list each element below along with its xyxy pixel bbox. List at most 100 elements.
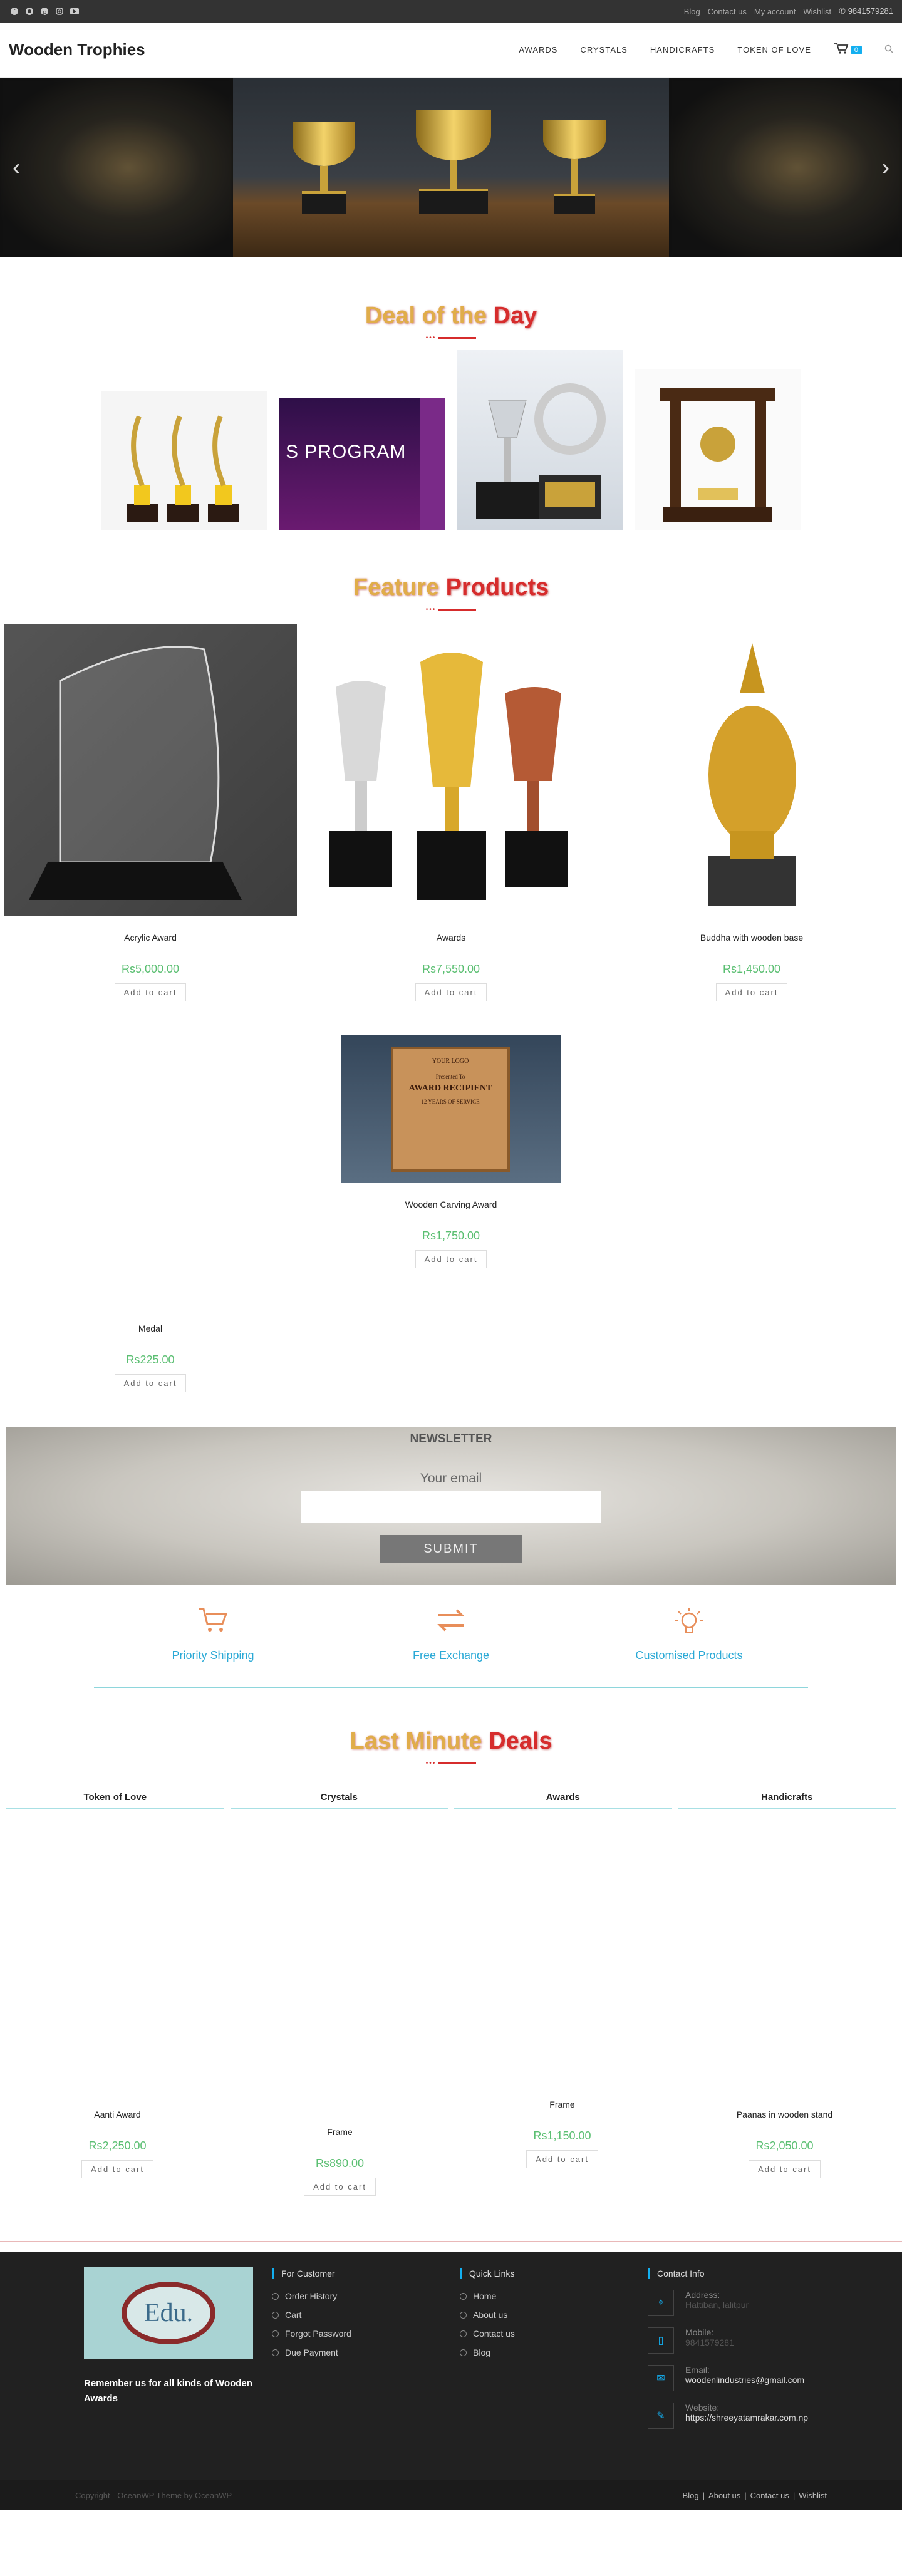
services-divider xyxy=(94,1687,808,1688)
product-card: Buddha with wooden base Rs1,450.00 Add t… xyxy=(605,624,898,1001)
plaque-logo-text: YOUR LOGO xyxy=(432,1058,469,1065)
title-divider: ••• xyxy=(0,1760,902,1767)
feature-title-part-b: Products xyxy=(445,574,549,601)
bottom-link-about[interactable]: About us xyxy=(708,2491,740,2500)
product-name[interactable]: Wooden Carving Award xyxy=(0,1199,902,1209)
newsletter-submit-button[interactable]: SUBMIT xyxy=(380,1535,522,1563)
top-link-contact[interactable]: Contact us xyxy=(708,7,747,16)
product-name[interactable]: Medal xyxy=(4,1323,297,1333)
product-image[interactable]: YOUR LOGO Presented To AWARD RECIPIENT 1… xyxy=(341,1035,561,1183)
instagram-icon[interactable] xyxy=(54,6,65,17)
cart-icon xyxy=(94,1606,332,1640)
add-to-cart-button[interactable]: Add to cart xyxy=(114,1374,187,1392)
product-name[interactable]: Frame xyxy=(229,2127,451,2137)
product-image[interactable] xyxy=(4,624,297,916)
product-image[interactable] xyxy=(605,624,898,916)
footer-quick-links-column: Quick Links Home About us Contact us Blo… xyxy=(460,2268,515,2366)
youtube-icon[interactable] xyxy=(69,6,80,17)
footer-link[interactable]: Forgot Password xyxy=(272,2329,351,2339)
category-tabs: Token of Love Crystals Awards Handicraft… xyxy=(0,1792,902,1809)
product-price: Rs2,050.00 xyxy=(755,2139,814,2152)
service-item: Priority Shipping xyxy=(94,1606,332,1662)
title-divider: ••• xyxy=(0,334,902,341)
hero-slide-image xyxy=(233,78,669,257)
product-image[interactable] xyxy=(304,624,598,916)
footer-link[interactable]: Contact us xyxy=(460,2329,515,2339)
plaque-presented-text: Presented To xyxy=(435,1073,465,1080)
newsletter-title: NEWSLETTER xyxy=(410,1432,492,1446)
footer-link[interactable]: Order History xyxy=(272,2291,351,2301)
deal-item-image[interactable] xyxy=(101,391,267,530)
slider-prev-arrow[interactable]: ‹ xyxy=(13,154,21,181)
deal-section: Deal of the Day ••• S PROGRAM xyxy=(0,303,902,530)
nav-token-of-love[interactable]: TOKEN OF LOVE xyxy=(737,45,811,54)
main-nav: AWARDS CRYSTALS HANDICRAFTS TOKEN OF LOV… xyxy=(519,42,893,58)
phone-number: ✆ 9841579281 xyxy=(839,6,893,16)
newsletter-section: NEWSLETTER Your email SUBMIT xyxy=(6,1427,896,1585)
pinterest-icon[interactable]: p xyxy=(39,6,50,17)
contact-website-link[interactable]: https://shreeyatamrakar.com.np xyxy=(685,2413,817,2423)
nav-crystals[interactable]: CRYSTALS xyxy=(580,45,627,54)
add-to-cart-button[interactable]: Add to cart xyxy=(415,983,487,1001)
product-name[interactable]: Buddha with wooden base xyxy=(605,933,898,943)
site-logo[interactable]: Wooden Trophies xyxy=(9,40,145,59)
footer-link[interactable]: Due Payment xyxy=(272,2347,351,2357)
nav-handicrafts[interactable]: HANDICRAFTS xyxy=(650,45,715,54)
feature-title: Feature Products xyxy=(0,574,902,601)
phone-text: 9841579281 xyxy=(848,6,893,16)
footer-link[interactable]: Blog xyxy=(460,2347,515,2357)
hero-slider: ‹ › xyxy=(0,78,902,257)
slider-next-arrow[interactable]: › xyxy=(881,154,889,181)
newsletter-email-input[interactable] xyxy=(301,1491,601,1523)
footer-logo[interactable]: Edu. xyxy=(84,2267,253,2359)
service-label: Customised Products xyxy=(635,1649,743,1662)
svg-text:p: p xyxy=(43,9,47,15)
tab-crystals[interactable]: Crystals xyxy=(230,1792,448,1809)
footer-link[interactable]: About us xyxy=(460,2310,515,2320)
contact-item: ⌖ Address: Hattiban, lalitpur xyxy=(648,2290,823,2316)
add-to-cart-button[interactable]: Add to cart xyxy=(415,1250,487,1268)
footer-quick-title: Quick Links xyxy=(460,2268,515,2279)
nav-awards[interactable]: AWARDS xyxy=(519,45,557,54)
last-minute-section: Last Minute Deals ••• Token of Love Crys… xyxy=(0,1728,902,2241)
product-name[interactable]: Awards xyxy=(304,933,598,943)
last-title-part-b: Deals xyxy=(489,1728,552,1754)
bottom-link-blog[interactable]: Blog xyxy=(683,2491,699,2500)
tab-awards[interactable]: Awards xyxy=(454,1792,672,1809)
product-name[interactable]: Aanti Award xyxy=(6,2109,229,2119)
add-to-cart-button[interactable]: Add to cart xyxy=(114,983,187,1001)
deal-item-image[interactable]: S PROGRAM xyxy=(279,398,445,530)
bottom-link-wishlist[interactable]: Wishlist xyxy=(799,2491,827,2500)
add-to-cart-button[interactable]: Add to cart xyxy=(749,2160,821,2178)
last-minute-title: Last Minute Deals xyxy=(0,1728,902,1755)
add-to-cart-button[interactable]: Add to cart xyxy=(715,983,788,1001)
footer-contact-column: Contact Info ⌖ Address: Hattiban, lalitpu… xyxy=(648,2268,823,2429)
add-to-cart-button[interactable]: Add to cart xyxy=(526,2150,598,2168)
github-icon[interactable] xyxy=(24,6,35,17)
product-price: Rs225.00 xyxy=(126,1353,175,1366)
search-icon[interactable] xyxy=(884,44,893,55)
product-name[interactable]: Acrylic Award xyxy=(4,933,297,943)
facebook-icon[interactable]: f xyxy=(9,6,20,17)
tab-handicrafts[interactable]: Handicrafts xyxy=(678,1792,896,1809)
top-link-wishlist[interactable]: Wishlist xyxy=(803,7,831,16)
footer-link[interactable]: Home xyxy=(460,2291,515,2301)
top-link-account[interactable]: My account xyxy=(754,7,796,16)
deal-item-image[interactable] xyxy=(635,369,801,530)
add-to-cart-button[interactable]: Add to cart xyxy=(81,2160,153,2178)
product-card: Acrylic Award Rs5,000.00 Add to cart xyxy=(4,624,297,1001)
hero-trophy xyxy=(293,122,355,214)
tab-token-of-love[interactable]: Token of Love xyxy=(6,1792,224,1809)
bottom-link-contact[interactable]: Contact us xyxy=(750,2491,789,2500)
deal-item-image[interactable] xyxy=(457,350,623,530)
contact-email-link[interactable]: woodenlindustries@gmail.com xyxy=(685,2375,817,2385)
cart-icon xyxy=(834,42,849,58)
footer-link[interactable]: Cart xyxy=(272,2310,351,2320)
product-price: Rs1,450.00 xyxy=(722,963,781,975)
product-name[interactable]: Paanas in wooden stand xyxy=(673,2109,896,2119)
top-link-blog[interactable]: Blog xyxy=(684,7,700,16)
cart-button[interactable]: 0 xyxy=(834,42,862,58)
product-name[interactable]: Frame xyxy=(451,2099,673,2109)
add-to-cart-button[interactable]: Add to cart xyxy=(304,2178,376,2196)
deal-title-part-a: Deal of the xyxy=(365,303,494,329)
